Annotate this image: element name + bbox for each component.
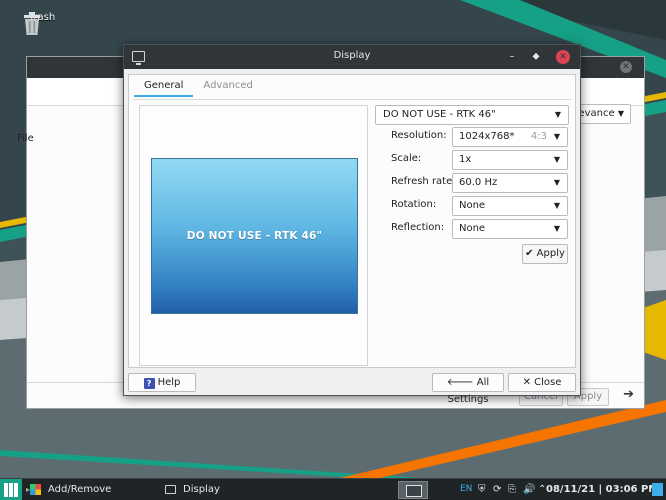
display-preview-area: DO NOT USE - RTK 46" <box>139 105 368 366</box>
chevron-down-icon: ▼ <box>553 132 560 141</box>
shield-icon[interactable]: ⛨ <box>478 479 486 500</box>
scale-select[interactable]: 1x ▼ <box>452 150 568 170</box>
minimize-icon[interactable]: – <box>504 49 520 65</box>
close-icon[interactable]: ✕ <box>556 50 570 64</box>
close-icon: ✕ <box>522 377 531 388</box>
display-dialog: Display – ⬥ ✕ General Advanced DO NOT US… <box>123 44 581 405</box>
refresh-rate-row: Refresh rate: 60.0 Hz ▼ <box>375 173 569 193</box>
scale-row: Scale: 1x ▼ <box>375 150 569 170</box>
bg-window-close-icon[interactable]: ✕ <box>620 61 632 73</box>
reflection-value: None <box>459 223 486 234</box>
help-button-label: Help <box>157 377 181 388</box>
rotation-value: None <box>459 200 486 211</box>
resolution-row: Resolution: 1024x768* 4:3 ▼ <box>375 127 569 147</box>
task-label: Display <box>183 484 220 495</box>
apply-button-label: Apply <box>536 248 565 259</box>
trash-icon <box>24 12 40 35</box>
rotation-select[interactable]: None ▼ <box>452 196 568 216</box>
output-select[interactable]: DO NOT USE - RTK 46" ▼ <box>375 105 569 125</box>
tab-bar: General Advanced <box>134 75 263 97</box>
monitor-preview-label: DO NOT USE - RTK 46" <box>186 230 323 242</box>
maximize-icon[interactable]: ⬥ <box>528 49 544 65</box>
chevron-down-icon: ▼ <box>553 155 560 164</box>
tab-advanced[interactable]: Advanced <box>193 75 262 97</box>
refresh-rate-label: Refresh rate: <box>391 176 456 187</box>
close-button[interactable]: ✕ Close <box>508 373 576 392</box>
volume-icon[interactable]: 🔊 <box>523 479 535 500</box>
refresh-rate-value: 60.0 Hz <box>459 177 498 188</box>
refresh-rate-select[interactable]: 60.0 Hz ▼ <box>452 173 568 193</box>
clock[interactable]: 08/11/21 | 03:06 PM <box>546 479 658 500</box>
software-icon <box>30 484 41 495</box>
output-select-value: DO NOT USE - RTK 46" <box>383 109 496 120</box>
monitor-preview[interactable]: DO NOT USE - RTK 46" <box>151 158 358 314</box>
attachment-icon[interactable]: ⎘ <box>508 479 516 500</box>
show-desktop-icon[interactable] <box>652 483 663 496</box>
help-icon: ? <box>143 378 155 389</box>
chevron-down-icon: ▼ <box>617 109 624 118</box>
resolution-select[interactable]: 1024x768* 4:3 ▼ <box>452 127 568 147</box>
dialog-body: General Advanced DO NOT USE - RTK 46" DO… <box>128 74 576 368</box>
dialog-titlebar[interactable]: Display – ⬥ ✕ <box>124 45 580 69</box>
trash-desktop-icon[interactable]: Trash <box>22 12 62 35</box>
taskbar: ▸ Add/Remove Software Display EN ⛨ ⟳ ⎘ 🔊… <box>0 478 666 500</box>
aspect-ratio: 4:3 <box>530 131 547 142</box>
resolution-value: 1024x768* <box>459 131 515 142</box>
scale-label: Scale: <box>391 153 422 164</box>
reflection-select[interactable]: None ▼ <box>452 219 568 239</box>
taskbar-task-display[interactable]: Display <box>157 479 247 500</box>
scale-value: 1x <box>459 154 472 165</box>
reflection-label: Reflection: <box>391 222 445 233</box>
application-menu-icon[interactable] <box>0 479 22 500</box>
rotation-label: Rotation: <box>391 199 437 210</box>
chevron-down-icon: ▼ <box>554 110 561 119</box>
keyboard-layout-indicator[interactable]: EN <box>460 479 472 500</box>
chevron-down-icon: ▼ <box>553 178 560 187</box>
dialog-footer: ? Help 🡐 All Settings ✕ Close <box>124 371 580 405</box>
chevron-down-icon: ▼ <box>553 201 560 210</box>
apply-button[interactable]: ✔ Apply <box>522 244 568 264</box>
resolution-label: Resolution: <box>391 130 447 141</box>
help-button[interactable]: ? Help <box>128 373 196 392</box>
rotation-row: Rotation: None ▼ <box>375 196 569 216</box>
checkmark-icon: ✔ <box>525 248 534 259</box>
arrow-right-icon[interactable]: ➔ <box>623 387 634 402</box>
general-tab-content: DO NOT USE - RTK 46" DO NOT USE - RTK 46… <box>133 99 571 366</box>
update-icon[interactable]: ⟳ <box>493 479 501 500</box>
tab-general[interactable]: General <box>134 75 194 97</box>
monitor-icon <box>165 485 176 494</box>
close-button-label: Close <box>534 377 562 388</box>
taskbar-task-add-remove-software[interactable]: ▸ Add/Remove Software <box>22 479 152 500</box>
reflection-row: Reflection: None ▼ <box>375 219 569 239</box>
all-settings-button[interactable]: 🡐 All Settings <box>432 373 504 405</box>
desktop-pager[interactable] <box>398 481 428 499</box>
task-label: Add/Remove Software <box>48 484 112 495</box>
arrow-left-icon: 🡐 <box>446 377 474 388</box>
chevron-down-icon: ▼ <box>553 224 560 233</box>
bg-side-label[interactable]: File <box>17 133 34 144</box>
